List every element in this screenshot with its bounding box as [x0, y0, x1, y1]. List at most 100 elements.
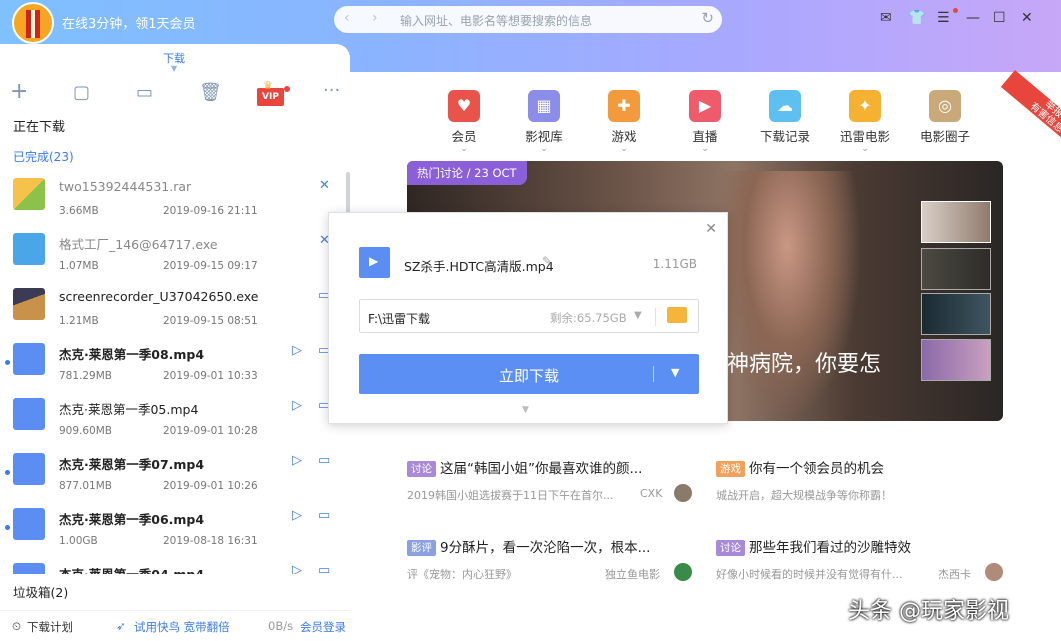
save-path-field[interactable]: F:\迅雷下载 剩余:65.75GB ▼: [359, 299, 699, 333]
mail-icon[interactable]: ✉: [880, 10, 892, 26]
url-bar[interactable]: ‹ › 输入网址、电影名等想要搜索的信息 ↻: [334, 6, 722, 33]
new-download-dialog: ✕ SZ杀手.HDTC高清版.mp4 ✎ 1.11GB F:\迅雷下载 剩余:6…: [328, 212, 728, 424]
feed-title[interactable]: 讨论 这届“韩国小姐”你最喜欢谁的颜...: [407, 457, 642, 477]
downloading-section[interactable]: 正在下载: [13, 116, 65, 135]
new-dot: [5, 470, 10, 475]
close-icon[interactable]: ✕: [1021, 10, 1033, 26]
installer-box-icon: [13, 288, 45, 320]
watermark: 头条 @玩家影视: [848, 599, 1009, 624]
nav-vip[interactable]: ♥ 会员 ⌄: [434, 90, 494, 160]
play-icon[interactable]: ▷: [292, 343, 302, 358]
avatar[interactable]: [12, 2, 54, 44]
menu-icon[interactable]: ☰: [937, 10, 950, 26]
skin-icon[interactable]: 👕: [908, 10, 925, 26]
minimize-icon[interactable]: —: [966, 10, 980, 26]
download-list: two15392444531.rar 3.66MB 2019-09-16 21:…: [0, 170, 350, 574]
list-item[interactable]: 杰克·莱恩第一季05.mp4 909.60MB 2019-09-01 10:28…: [0, 390, 340, 445]
banner-thumb[interactable]: [921, 293, 991, 335]
open-folder-icon[interactable]: ▭: [318, 453, 330, 468]
save-path-value[interactable]: F:\迅雷下载: [368, 310, 430, 327]
feed-author: CXK: [640, 487, 663, 500]
download-panel: + ▢ ▭ 🗑 VIP ··· 正在下载 已完成(23) two15392444…: [0, 72, 350, 641]
item-date: 2019-09-01 10:28: [163, 425, 258, 437]
item-size: 3.66MB: [59, 205, 99, 217]
list-item[interactable]: two15392444531.rar 3.66MB 2019-09-16 21:…: [0, 170, 340, 225]
list-item[interactable]: 杰克·莱恩第一季08.mp4 781.29MB 2019-09-01 10:33…: [0, 335, 340, 390]
item-size: 1.07MB: [59, 260, 99, 272]
chevron-down-icon: ⌄: [701, 144, 709, 154]
nav-label: 电影圈子: [919, 129, 970, 144]
folder-icon[interactable]: ▭: [136, 82, 153, 103]
file-name[interactable]: SZ杀手.HDTC高清版.mp4: [404, 256, 554, 275]
nav-live[interactable]: ▶ 直播 ⌄: [675, 90, 735, 160]
vip-notification-dot: [284, 86, 290, 92]
author-avatar[interactable]: [985, 563, 1003, 581]
member-login-link[interactable]: 会员登录: [300, 619, 346, 635]
feed-title[interactable]: 游戏 你有一个领会员的机会: [716, 457, 884, 477]
nav-label: 直播: [692, 129, 718, 144]
list-item[interactable]: 格式工厂_146@64717.exe 1.07MB 2019-09-15 09:…: [0, 225, 340, 280]
item-date: 2019-09-15 09:17: [163, 260, 258, 272]
expand-chevron-icon[interactable]: ▼: [522, 405, 529, 415]
nav-download-history[interactable]: ☁ 下载记录: [755, 90, 815, 160]
trash-section[interactable]: 垃圾箱(2): [13, 582, 68, 601]
delete-icon[interactable]: 🗑: [199, 82, 222, 103]
banner-thumb[interactable]: [921, 339, 991, 381]
cloud-icon: ☁: [769, 90, 801, 122]
completed-section[interactable]: 已完成(23): [13, 148, 74, 165]
more-icon[interactable]: ···: [323, 80, 340, 101]
edit-pencil-icon[interactable]: ✎: [542, 254, 552, 268]
plan-icon[interactable]: ⏲: [12, 619, 21, 634]
list-item[interactable]: 杰克·莱恩第一季06.mp4 1.00GB 2019-08-18 16:31 ▷…: [0, 500, 340, 555]
feed-subtitle: 好像小时候看的时候并没有觉得有什...: [716, 568, 903, 581]
feed-author: 独立鱼电影: [605, 568, 660, 581]
author-avatar[interactable]: [674, 563, 692, 581]
back-icon[interactable]: ‹: [344, 10, 350, 26]
nav-xunlei-movie[interactable]: ✦ 迅雷电影 ⌄: [835, 90, 895, 160]
refresh-icon[interactable]: ↻: [701, 9, 714, 27]
list-item[interactable]: screenrecorder_U37042650.exe 1.21MB 2019…: [0, 280, 340, 335]
remove-icon[interactable]: ✕: [319, 178, 330, 193]
play-icon[interactable]: ▷: [292, 563, 302, 574]
play-icon[interactable]: ▷: [292, 508, 302, 523]
chevron-down-icon: ⌄: [861, 144, 869, 154]
download-tab[interactable]: 下载 ▼: [0, 44, 350, 73]
forward-icon[interactable]: ›: [372, 10, 378, 26]
close-icon[interactable]: ✕: [705, 221, 717, 237]
video-file-icon: [359, 247, 390, 278]
banner-thumb[interactable]: [921, 201, 991, 243]
add-task-icon[interactable]: +: [10, 79, 28, 104]
rar-file-icon: [13, 178, 45, 210]
download-options-chevron-icon[interactable]: ▼: [671, 366, 679, 379]
banner-thumb[interactable]: [921, 248, 991, 290]
open-folder-icon[interactable]: ▭: [318, 563, 330, 574]
download-now-label: 立即下载: [499, 367, 560, 385]
download-plan-link[interactable]: 下载计划: [27, 619, 73, 635]
browse-folder-icon[interactable]: [667, 307, 687, 323]
nav-film-library[interactable]: ▦ 影视库 ⌄: [514, 90, 574, 160]
free-space: 剩余:65.75GB: [550, 311, 627, 325]
play-icon[interactable]: ▷: [292, 453, 302, 468]
ring-icon: ◎: [929, 90, 961, 122]
nav-games[interactable]: ✚ 游戏 ⌄: [594, 90, 654, 160]
speedup-bird-icon[interactable]: ➶: [116, 619, 126, 633]
play-icon[interactable]: ▷: [292, 398, 302, 413]
maximize-icon[interactable]: ☐: [993, 10, 1006, 26]
list-item[interactable]: 杰克·莱恩第一季04.mp4 ▷ ▭: [0, 555, 340, 574]
nav-movie-circle[interactable]: ◎ 电影圈子: [915, 90, 975, 160]
speedup-link[interactable]: 试用快鸟 宽带翻倍: [134, 619, 230, 635]
feed-title[interactable]: 讨论 那些年我们看过的沙雕特效: [716, 536, 911, 556]
author-avatar[interactable]: [674, 484, 692, 502]
vip-promo-text[interactable]: 在线3分钟，领1天会员: [62, 13, 196, 32]
new-dot: [5, 360, 10, 365]
file-icon[interactable]: ▢: [73, 82, 90, 103]
chip-review: 影评: [407, 540, 436, 556]
open-folder-icon[interactable]: ▭: [318, 508, 330, 523]
list-item[interactable]: 杰克·莱恩第一季07.mp4 877.01MB 2019-09-01 10:26…: [0, 445, 340, 500]
feed-title[interactable]: 影评 9分酥片，看一次沦陷一次，根本...: [407, 536, 650, 556]
vip-badge[interactable]: VIP: [257, 77, 284, 106]
download-now-button[interactable]: 立即下载 ▼: [359, 354, 699, 394]
chevron-down-icon[interactable]: ▼: [634, 310, 642, 321]
video-file-icon: [13, 563, 45, 574]
url-placeholder[interactable]: 输入网址、电影名等想要搜索的信息: [400, 12, 592, 29]
